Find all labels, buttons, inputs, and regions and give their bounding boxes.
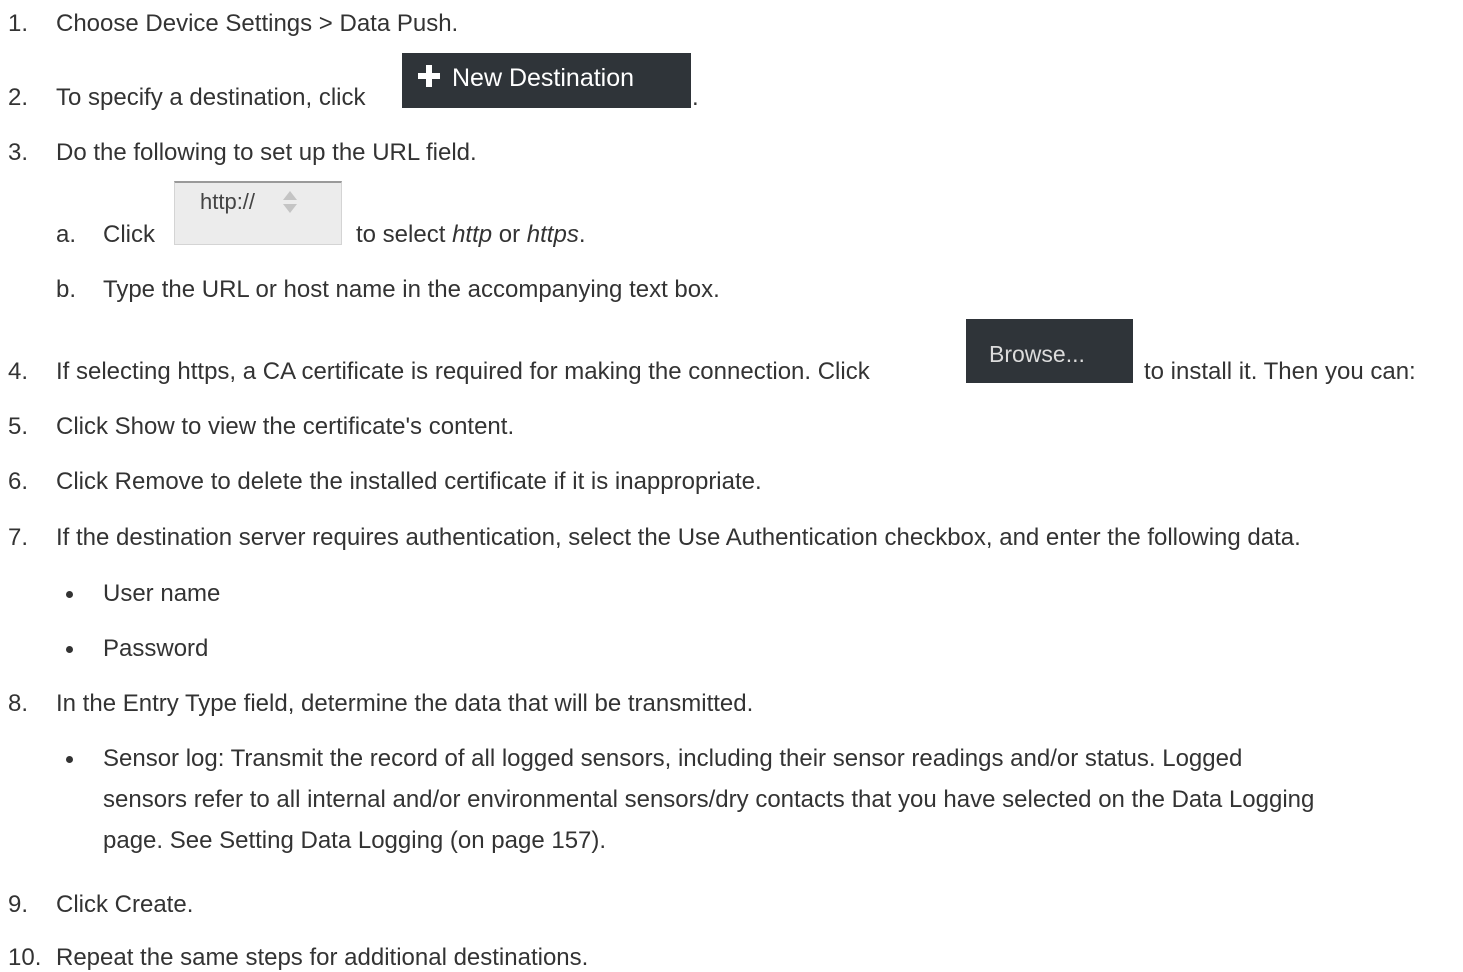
bullet-text-line: Sensor log: Transmit the record of all l… — [103, 745, 1243, 772]
protocol-select[interactable]: http:// — [174, 181, 342, 245]
step-number: 9. — [8, 891, 29, 918]
substep-letter: a. — [56, 221, 77, 248]
step-number: 3. — [8, 139, 29, 166]
substep-text: Type the URL or host name in the accompa… — [103, 276, 720, 303]
step-number: 1. — [8, 10, 29, 37]
new-destination-button[interactable]: New Destination — [402, 53, 691, 108]
step-text: Click Create. — [56, 891, 194, 918]
substep-text: Click — [103, 221, 155, 248]
bullet-text-line: sensors refer to all internal and/or env… — [103, 786, 1315, 813]
bullet-icon — [66, 756, 73, 763]
step-text: Click Show to view the certificate's con… — [56, 413, 515, 440]
step-text: If the destination server requires authe… — [56, 524, 1301, 551]
step-number: 5. — [8, 413, 29, 440]
bullet-icon — [66, 591, 73, 598]
step-text-end: . — [692, 84, 699, 111]
bullet-icon — [66, 646, 73, 653]
step-number: 4. — [8, 358, 29, 385]
step-text: Choose Device Settings > Data Push. — [56, 10, 459, 37]
step-text-end: to install it. Then you can: — [1144, 358, 1416, 385]
browse-label: Browse... — [989, 341, 1085, 367]
step-number: 2. — [8, 84, 29, 111]
option-https: https — [526, 221, 579, 248]
substep-text-mid: to select http or https. — [356, 221, 585, 249]
step-text: In the Entry Type field, determine the d… — [56, 690, 754, 717]
step-text: To specify a destination, click — [56, 84, 366, 111]
bullet-text: User name — [103, 580, 221, 607]
new-destination-label: New Destination — [452, 64, 635, 92]
bullet-text-line: page. See Setting Data Logging (on page … — [103, 827, 607, 854]
step-text: Click Remove to delete the installed cer… — [56, 468, 762, 495]
browse-button[interactable]: Browse... — [966, 319, 1133, 383]
plus-icon — [418, 65, 440, 87]
step-number: 10. — [8, 944, 42, 971]
step-text: Repeat the same steps for additional des… — [56, 944, 589, 971]
option-http: http — [452, 221, 493, 248]
step-number: 7. — [8, 524, 29, 551]
or-text: or — [498, 221, 521, 248]
step-number: 6. — [8, 468, 29, 495]
substep-letter: b. — [56, 276, 77, 303]
step-number: 8. — [8, 690, 29, 717]
to-select-text: to select — [356, 221, 446, 248]
step-text: If selecting https, a CA certificate is … — [56, 358, 870, 385]
up-down-arrows-icon — [283, 191, 297, 217]
period: . — [578, 221, 586, 248]
bullet-text: Password — [103, 635, 209, 662]
protocol-select-value: http:// — [200, 189, 256, 214]
step-text: Do the following to set up the URL field… — [56, 139, 477, 166]
